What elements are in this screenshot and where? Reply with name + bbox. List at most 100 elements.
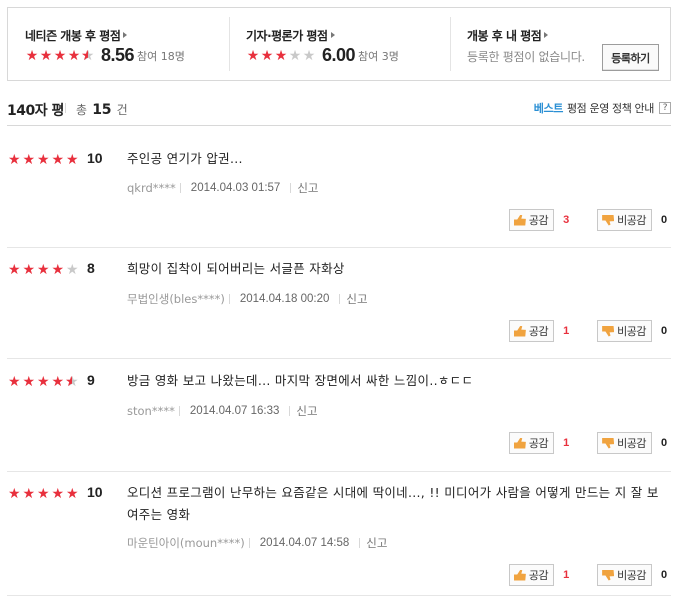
my-score-empty-text: 등록한 평점이 없습니다. — [467, 50, 585, 64]
star-icon: ★ — [22, 152, 36, 168]
like-button[interactable]: 공감 — [508, 564, 555, 586]
like-button[interactable]: 공감 — [508, 432, 555, 454]
review-date: 2014.04.03 01:57 — [190, 182, 281, 194]
thumbs-down-icon — [602, 214, 615, 226]
divider — [339, 294, 341, 304]
star-icon: ★ — [51, 374, 65, 390]
star-icon: ★ — [7, 262, 21, 278]
review-item: ★ ★ ★ ★ ★ 10 주인공 연기가 압권... qkrd**** 2014.04.… — [7, 150, 671, 248]
like-button[interactable]: 공감 — [508, 320, 555, 342]
critic-star-rating: ★ ★ ★ ★ ★ — [246, 48, 316, 64]
review-author[interactable]: 무법인생(bles****) — [127, 291, 225, 307]
star-icon: ★ — [39, 47, 53, 64]
dislike-button[interactable]: 비공감 — [597, 320, 652, 342]
thumbs-up-icon — [513, 437, 526, 449]
star-icon: ★ — [65, 262, 79, 278]
like-button[interactable]: 공감 — [508, 209, 555, 231]
total-count: 총 15 건 — [76, 102, 128, 118]
report-link[interactable]: 신고 — [366, 535, 387, 551]
review-star-rating: ★ ★ ★ ★ ★ — [7, 262, 80, 278]
critic-score-title[interactable]: 기자·평론가 평점 — [246, 27, 335, 44]
caret-right-icon — [330, 32, 335, 38]
best-label[interactable]: 베스트 — [534, 100, 564, 116]
review-text: 주인공 연기가 압권... — [127, 151, 243, 166]
star-icon: ★ — [65, 486, 79, 502]
review-meta: qkrd**** 2014.04.03 01:57 신고 — [127, 180, 319, 196]
report-link[interactable]: 신고 — [296, 403, 317, 419]
critic-participants: 참여 3명 — [358, 49, 399, 63]
review-item: ★ ★ ★ ★ ★ 8 희망이 집착이 되어버리는 서글픈 자화상 무법인생(bles*… — [7, 260, 671, 359]
dislike-button[interactable]: 비공감 — [597, 432, 652, 454]
dislike-count: 0 — [660, 325, 668, 337]
review-score: 9 — [87, 372, 95, 388]
star-icon: ★ — [25, 47, 39, 64]
dislike-button[interactable]: 비공감 — [597, 564, 652, 586]
star-icon: ★ — [81, 48, 95, 64]
review-author[interactable]: qkrd**** — [127, 181, 176, 195]
help-icon[interactable]: ? — [659, 102, 671, 114]
star-icon: ★ — [51, 152, 65, 168]
divider — [228, 294, 230, 304]
star-icon: ★ — [51, 486, 65, 502]
review-score: 10 — [87, 150, 103, 166]
divider — [248, 538, 250, 548]
report-link[interactable]: 신고 — [346, 291, 367, 307]
dislike-count: 0 — [660, 569, 668, 581]
like-count: 1 — [563, 437, 570, 449]
caret-right-icon — [123, 32, 128, 38]
review-star-rating: ★ ★ ★ ★ ★ — [7, 152, 80, 168]
thumbs-down-icon — [602, 569, 615, 581]
divider — [289, 406, 291, 416]
star-icon: ★ — [22, 486, 36, 502]
review-date: 2014.04.07 14:58 — [259, 537, 350, 549]
dislike-button[interactable]: 비공감 — [597, 209, 652, 231]
review-meta: 무법인생(bles****) 2014.04.18 00:20 신고 — [127, 291, 368, 307]
vote-controls: 공감 1 비공감 0 — [508, 564, 671, 586]
netizen-score-section: 네티즌 개봉 후 평점 ★★★★★ 8.56 참여 18명 — [8, 8, 229, 80]
review-star-rating: ★ ★ ★ ★ ★ — [7, 374, 80, 390]
review-star-rating: ★ ★ ★ ★ ★ — [7, 486, 80, 502]
register-rating-button[interactable]: 등록하기 — [602, 44, 659, 71]
star-icon: ★ — [260, 47, 274, 64]
critic-score-value: 6.00 — [322, 45, 356, 65]
thumbs-up-icon — [513, 214, 526, 226]
review-text: 방금 영화 보고 나왔는데... 마지막 장면에서 싸한 느낌이..ㅎㄷㄷ — [127, 373, 474, 388]
dislike-count: 0 — [660, 437, 668, 449]
vote-controls: 공감 1 비공감 0 — [508, 320, 671, 342]
netizen-score-title[interactable]: 네티즌 개봉 후 평점 — [25, 27, 128, 44]
like-count: 1 — [563, 569, 570, 581]
report-link[interactable]: 신고 — [297, 180, 318, 196]
critic-score-section: 기자·평론가 평점 ★ ★ ★ ★ ★ 6.00 참여 3명 — [229, 8, 450, 80]
my-score-title[interactable]: 개봉 후 내 평점 — [467, 27, 549, 44]
divider — [178, 406, 180, 416]
like-count: 3 — [563, 214, 570, 226]
like-count: 1 — [563, 325, 570, 337]
score-summary: 네티즌 개봉 후 평점 ★★★★★ 8.56 참여 18명 기자·평론가 평점 … — [7, 7, 671, 81]
review-text: 희망이 집착이 되어버리는 서글픈 자화상 — [127, 261, 345, 276]
policy-label[interactable]: 평점 운영 정책 안내 — [567, 100, 654, 116]
review-list-header: 140자 평 총 15 건 베스트 평점 운영 정책 안내 ? — [7, 100, 671, 126]
review-author[interactable]: ston**** — [127, 404, 175, 418]
star-icon: ★ — [36, 262, 50, 278]
thumbs-down-icon — [602, 325, 615, 337]
review-author[interactable]: 마운틴아이(moun****) — [127, 535, 245, 551]
caret-right-icon — [544, 32, 549, 38]
review-score: 10 — [87, 484, 103, 500]
star-icon: ★ — [36, 152, 50, 168]
star-icon: ★ — [36, 374, 50, 390]
review-list-title: 140자 평 — [7, 103, 64, 119]
thumbs-up-icon — [513, 325, 526, 337]
star-icon: ★ — [7, 374, 21, 390]
netizen-score-value: 8.56 — [101, 45, 135, 65]
rating-policy-link[interactable]: 베스트 평점 운영 정책 안내 ? — [534, 100, 671, 116]
vote-controls: 공감 3 비공감 0 — [508, 209, 671, 231]
review-item: ★ ★ ★ ★ ★ 10 오디션 프로그램이 난무하는 요즘같은 시대에 딱이네...,… — [7, 484, 671, 596]
my-score-section: 개봉 후 내 평점 등록한 평점이 없습니다. 등록하기 — [450, 8, 670, 80]
review-text: 오디션 프로그램이 난무하는 요즘같은 시대에 딱이네..., !! 미디어가 … — [127, 485, 659, 522]
divider — [179, 183, 181, 193]
review-date: 2014.04.18 00:20 — [239, 293, 330, 305]
star-icon: ★ — [274, 47, 288, 64]
star-icon: ★ — [65, 152, 79, 168]
divider — [65, 103, 66, 113]
star-icon: ★ — [302, 47, 316, 64]
